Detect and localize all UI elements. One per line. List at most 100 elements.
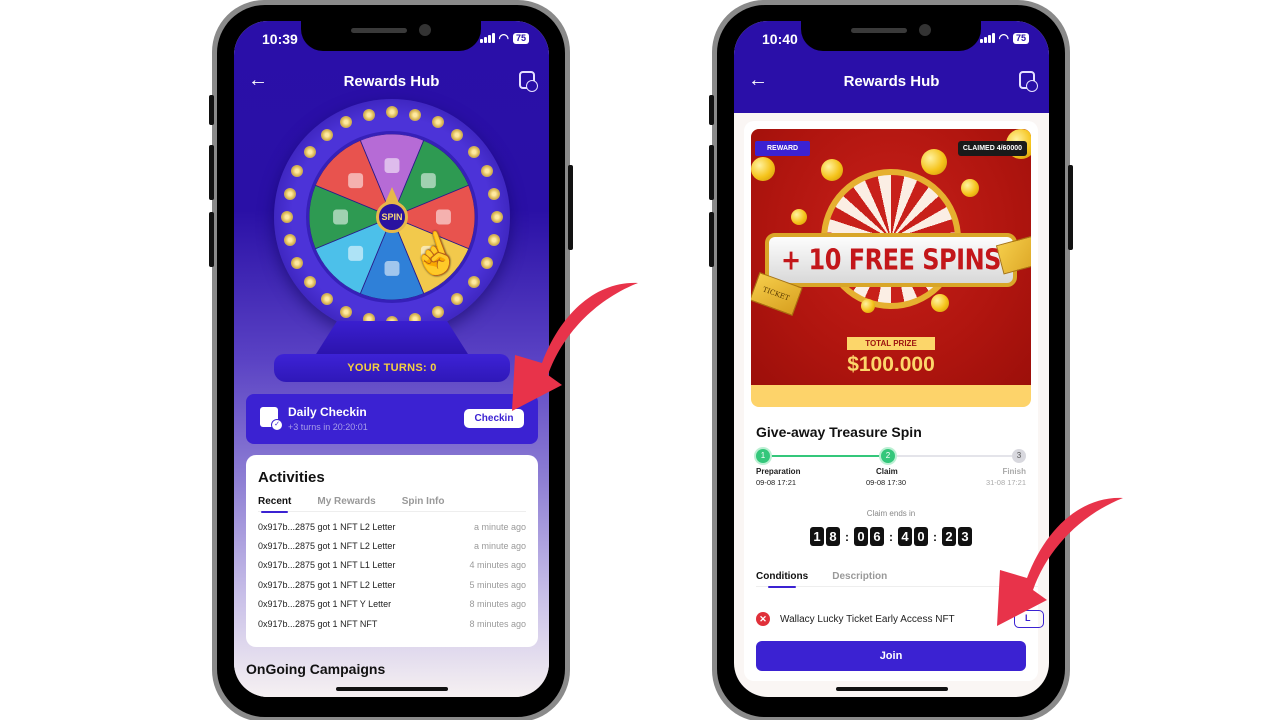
x-circle-icon: ✕ xyxy=(756,612,770,626)
app-bar: ← Rewards Hub xyxy=(234,61,549,113)
timer-digit: 1 xyxy=(810,527,824,546)
activity-text: 0x917b...2875 got 1 NFT L2 Letter xyxy=(258,579,396,590)
rim-bulb xyxy=(283,187,296,200)
rim-bulb xyxy=(291,256,304,269)
rim-bulb xyxy=(303,145,316,158)
step-date: 09-08 17:21 xyxy=(756,478,797,487)
step-date: 09-08 17:30 xyxy=(866,478,907,487)
rim-bulb xyxy=(491,211,503,223)
activity-time: 4 minutes ago xyxy=(469,560,526,571)
activities-title: Activities xyxy=(258,469,325,486)
rim-bulb xyxy=(480,165,493,178)
mute-button xyxy=(209,95,214,125)
activity-time: 8 minutes ago xyxy=(469,618,526,629)
rim-bulb xyxy=(320,128,333,141)
rim-bulb xyxy=(480,256,493,269)
prize-icon xyxy=(348,173,364,189)
coin-icon xyxy=(821,159,843,181)
volume-down-button xyxy=(209,212,214,267)
tab-spin-info[interactable]: Spin Info xyxy=(402,496,445,511)
signal-icon xyxy=(979,33,995,43)
step-dot: 2 xyxy=(881,449,895,463)
coin-icon xyxy=(791,209,807,225)
volume-up-button xyxy=(709,145,714,200)
step-dot: 3 xyxy=(1012,449,1026,463)
rim-bulb xyxy=(283,234,296,247)
tab-conditions[interactable]: Conditions xyxy=(756,571,808,588)
tab-description[interactable]: Description xyxy=(832,571,887,586)
history-icon[interactable] xyxy=(519,71,538,92)
volume-up-button xyxy=(209,145,214,200)
tab-recent[interactable]: Recent xyxy=(258,496,291,513)
prize-icon xyxy=(348,245,364,261)
stage: 10:39 ◠ 75 ← Rewards Hub SPIN ☝ YOUR TUR… xyxy=(0,0,1280,720)
home-indicator[interactable] xyxy=(835,687,948,691)
step-label: Claim xyxy=(876,467,898,476)
app-bar: ← Rewards Hub xyxy=(734,61,1049,113)
banner-headline-plaque: + 10 FREE SPINS xyxy=(765,233,1017,287)
status-time: 10:39 xyxy=(262,31,298,47)
timer-digit: 0 xyxy=(854,527,868,546)
section-heading-ongoing: OnGoing Campaigns xyxy=(246,661,386,677)
activity-list: 0x917b...2875 got 1 NFT L2 Letter a minut… xyxy=(258,517,526,633)
spin-wheel[interactable]: SPIN ☝ xyxy=(274,99,510,335)
timer-digit: 6 xyxy=(870,527,884,546)
rim-bulb xyxy=(431,116,444,129)
step-dot: 1 xyxy=(756,449,770,463)
timer-digit: 4 xyxy=(898,527,912,546)
page-title: Rewards Hub xyxy=(843,73,940,90)
list-item: 0x917b...2875 got 1 NFT L2 Letter a minut… xyxy=(258,517,526,536)
daily-checkin-card: Daily Checkin +3 turns in 20:20:01 Check… xyxy=(246,394,538,444)
activity-time: a minute ago xyxy=(473,521,526,532)
claimed-badge: CLAIMED 4/60000 xyxy=(957,141,1027,156)
prize-icon xyxy=(384,260,400,276)
campaign-banner[interactable]: + 10 FREE SPINS TICKET TOTAL PRIZE $100.… xyxy=(751,129,1031,407)
join-button[interactable]: Join xyxy=(756,641,1026,671)
step-label: Preparation xyxy=(756,467,801,476)
annotation-arrow-right xyxy=(997,497,1123,626)
arrow-shape xyxy=(512,282,638,411)
power-button xyxy=(568,165,573,250)
stepper-line-pending xyxy=(888,455,1012,457)
activity-text: 0x917b...2875 got 1 NFT NFT xyxy=(258,618,378,629)
stepper-line-done xyxy=(763,455,888,457)
activity-time: a minute ago xyxy=(473,541,526,552)
list-item: 0x917b...2875 got 1 NFT L2 Letter a minut… xyxy=(258,536,526,555)
activity-text: 0x917b...2875 got 1 NFT L1 Letter xyxy=(258,560,396,571)
timer-digit: 0 xyxy=(914,527,928,546)
prize-icon xyxy=(384,158,400,174)
calendar-check-icon xyxy=(260,407,283,431)
timer-digit: 2 xyxy=(942,527,956,546)
wifi-icon: ◠ xyxy=(498,31,509,45)
prize-icon xyxy=(435,209,451,225)
notch xyxy=(301,21,481,51)
battery-icon: 75 xyxy=(512,32,529,44)
mute-button xyxy=(709,95,714,125)
rim-bulb xyxy=(320,293,333,306)
timer-digit: 3 xyxy=(958,527,972,546)
list-item: 0x917b...2875 got 1 NFT Y Letter 8 minute… xyxy=(258,595,526,614)
step-date: 31-08 17:21 xyxy=(985,478,1026,487)
activity-time: 8 minutes ago xyxy=(469,599,526,610)
list-item: 0x917b...2875 got 1 NFT NFT 8 minutes ago xyxy=(258,614,526,633)
activities-tabs: Recent My Rewards Spin Info xyxy=(258,496,526,513)
rim-bulb xyxy=(340,305,353,318)
page-title: Rewards Hub xyxy=(343,73,440,90)
step-label: Finish xyxy=(1002,467,1026,476)
timer-colon: : xyxy=(933,529,937,544)
volume-down-button xyxy=(709,212,714,267)
tab-my-rewards[interactable]: My Rewards xyxy=(317,496,375,511)
spin-button[interactable]: SPIN xyxy=(376,201,408,233)
checkin-subtitle: +3 turns in 20:20:01 xyxy=(288,422,368,432)
rim-bulb xyxy=(468,145,481,158)
history-icon[interactable] xyxy=(1019,71,1038,92)
campaign-title: Give-away Treasure Spin xyxy=(756,424,922,440)
timer-colon: : xyxy=(845,529,849,544)
coin-icon xyxy=(921,149,947,175)
campaign-progress-stepper: 1 2 3 Preparation 09-08 17:21 Claim 09-0… xyxy=(756,449,1026,489)
activity-time: 5 minutes ago xyxy=(469,579,526,590)
home-indicator[interactable] xyxy=(335,687,448,691)
reward-badge: REWARD xyxy=(755,141,811,156)
condition-text: Wallacy Lucky Ticket Early Access NFT xyxy=(780,613,955,625)
coin-icon xyxy=(751,157,775,181)
